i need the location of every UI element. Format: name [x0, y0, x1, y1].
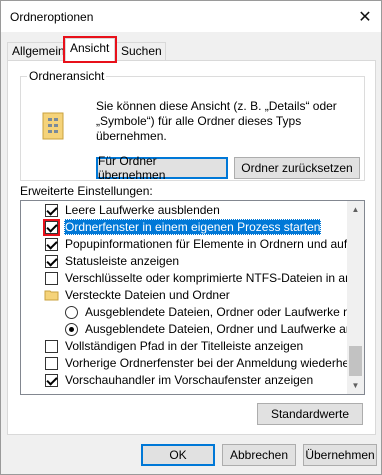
- tab-allgemein[interactable]: Allgemein: [7, 42, 65, 60]
- tab-ansicht[interactable]: Ansicht: [63, 36, 117, 63]
- folder-options-dialog: Ordneroptionen ✕ Allgemein Ansicht Suche…: [0, 0, 382, 475]
- scroll-up-icon[interactable]: ▲: [347, 201, 364, 218]
- checkbox[interactable]: [45, 238, 58, 251]
- folder-icon: [44, 290, 59, 301]
- scroll-thumb[interactable]: [349, 346, 362, 376]
- vertical-scrollbar[interactable]: ▲ ▼: [347, 201, 364, 394]
- reset-folders-button[interactable]: Ordner zurücksetzen: [234, 157, 360, 179]
- folder-view-description: Sie können diese Ansicht (z. B. „Details…: [96, 99, 337, 143]
- advanced-settings-list[interactable]: Leere Laufwerke ausblenden Ordnerfenster…: [20, 200, 365, 395]
- apply-button[interactable]: Übernehmen: [303, 444, 377, 466]
- checkbox[interactable]: [45, 357, 58, 370]
- ok-button[interactable]: OK: [141, 444, 215, 466]
- folder-view-icon: [42, 112, 64, 140]
- folder-view-label: Ordneransicht: [27, 69, 107, 83]
- tab-suchen[interactable]: Suchen: [116, 42, 166, 60]
- checkbox[interactable]: [45, 204, 58, 217]
- title-bar: Ordneroptionen ✕: [1, 1, 381, 32]
- cancel-button[interactable]: Abbrechen: [222, 444, 296, 466]
- tab-panel: Ordneransicht Sie können diese Ansicht (…: [7, 60, 376, 435]
- radio-button[interactable]: [65, 306, 78, 319]
- checkbox[interactable]: [45, 272, 58, 285]
- restore-defaults-button[interactable]: Standardwerte: [257, 403, 363, 425]
- checkbox[interactable]: [45, 374, 58, 387]
- checkbox[interactable]: [45, 255, 58, 268]
- checkbox[interactable]: [45, 340, 58, 353]
- advanced-settings-label: Erweiterte Einstellungen:: [20, 184, 153, 198]
- radio-button[interactable]: [65, 323, 78, 336]
- scroll-down-icon[interactable]: ▼: [347, 377, 364, 394]
- close-icon[interactable]: ✕: [349, 1, 381, 32]
- checkbox[interactable]: [43, 219, 60, 236]
- window-title: Ordneroptionen: [10, 10, 94, 24]
- apply-to-folders-button[interactable]: Für Ordner übernehmen: [96, 154, 228, 182]
- folder-view-group: Ordneransicht Sie können diese Ansicht (…: [20, 69, 365, 182]
